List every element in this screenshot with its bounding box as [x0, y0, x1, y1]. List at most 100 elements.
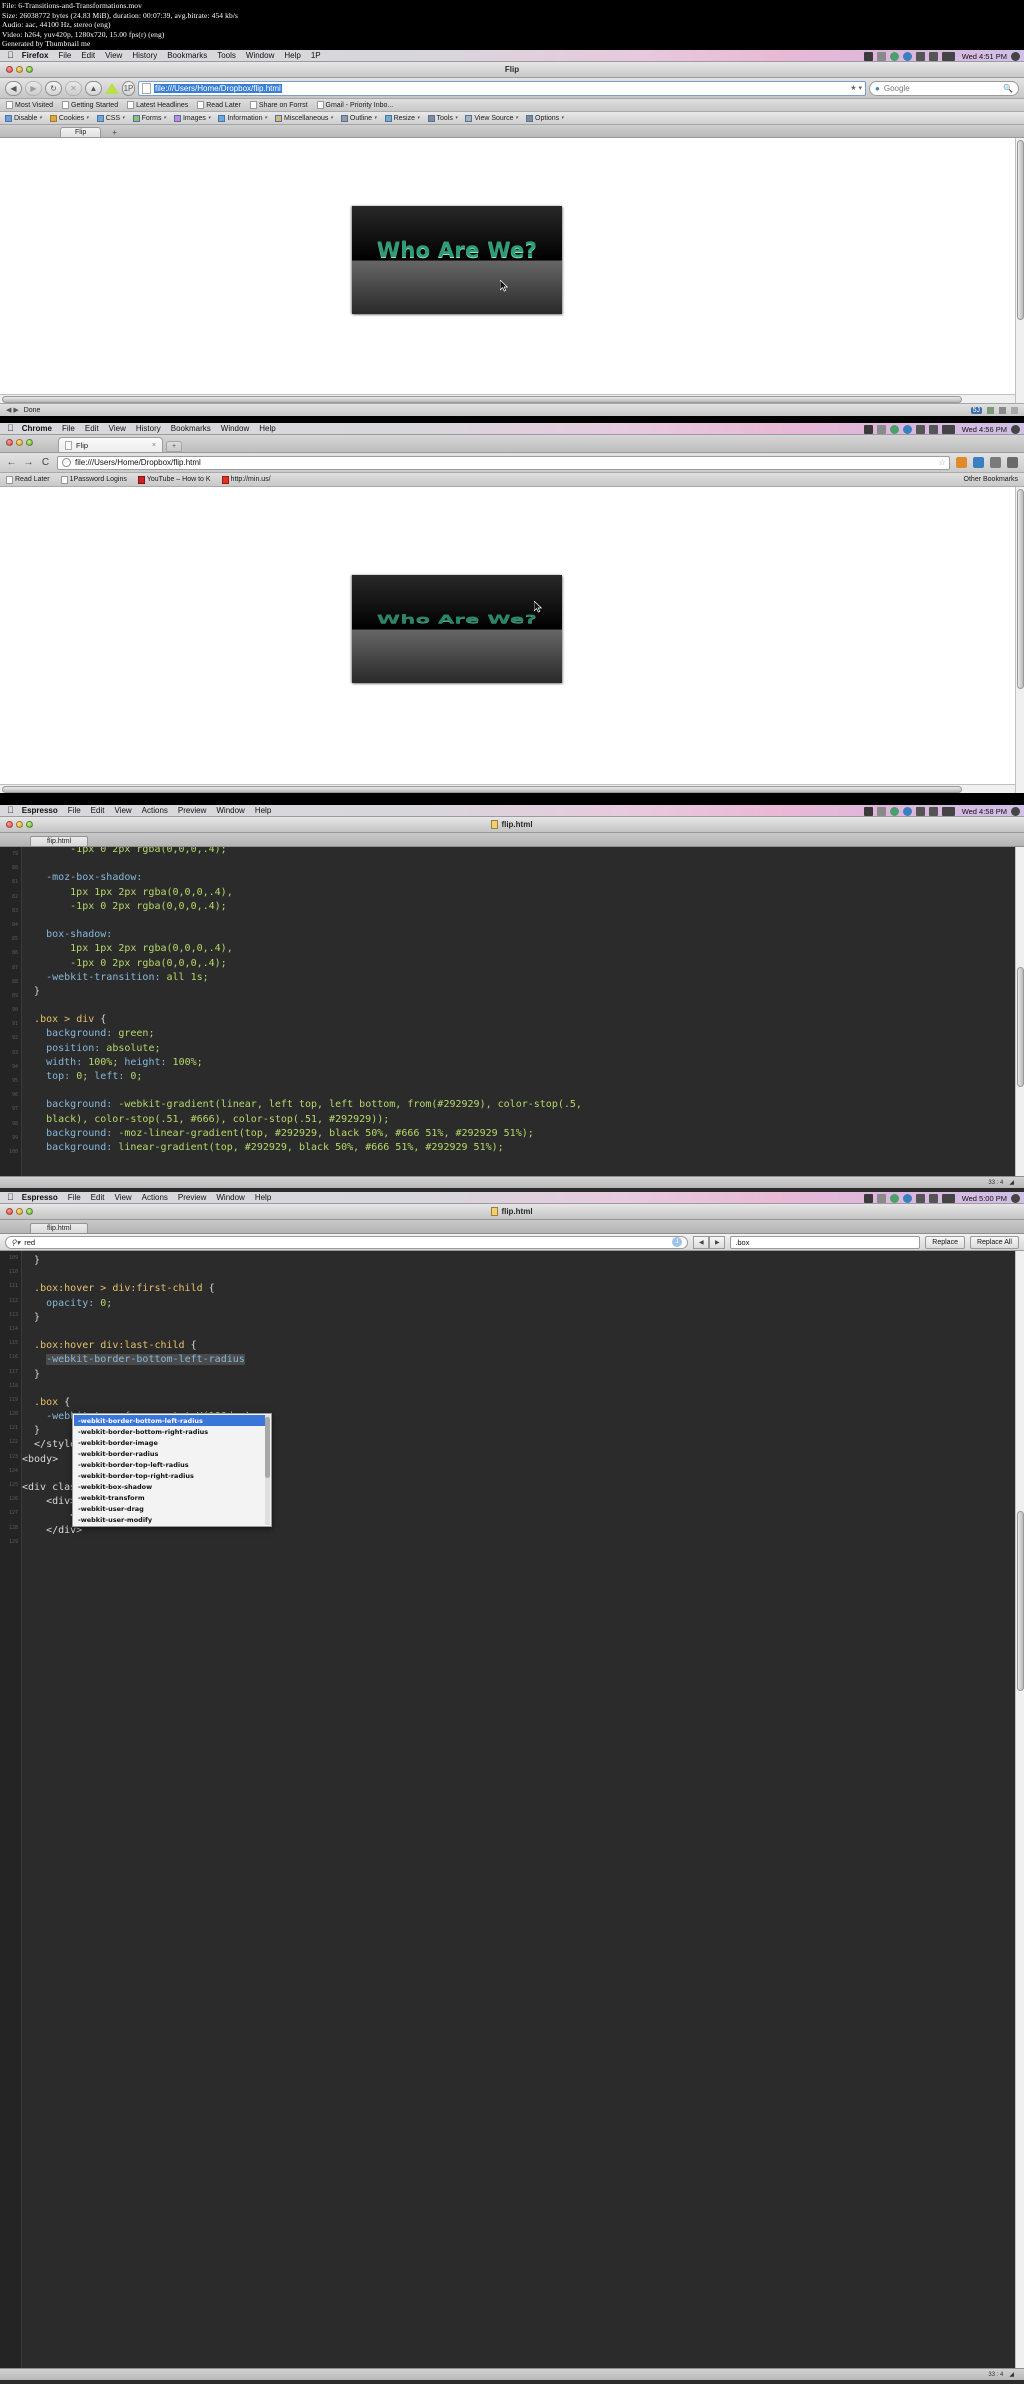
- bookmark-star-icon[interactable]: ☆: [938, 458, 945, 467]
- menubar-clock[interactable]: Wed 5:00 PM: [962, 1194, 1007, 1203]
- globe-icon[interactable]: [902, 806, 912, 816]
- code-line[interactable]: }: [22, 1254, 1014, 1268]
- spotlight-search-icon[interactable]: [1011, 424, 1020, 434]
- apple-logo-icon[interactable]: : [7, 51, 14, 60]
- code-line[interactable]: [22, 1325, 1014, 1339]
- code-line[interactable]: .box:hover div:last-child {: [22, 1339, 1014, 1353]
- spotlight-search-icon[interactable]: [1011, 1193, 1020, 1203]
- status-nav-icons[interactable]: ◀ ▶: [6, 406, 19, 414]
- wifi-icon[interactable]: [928, 806, 938, 816]
- new-tab-button[interactable]: +: [107, 128, 122, 137]
- bookmark-1password-logins[interactable]: 1Password Logins: [60, 475, 127, 484]
- code-line[interactable]: width: 100%; height: 100%;: [22, 1056, 1014, 1070]
- menu-item-file[interactable]: File: [58, 51, 71, 60]
- code-line[interactable]: background: green;: [22, 1027, 1014, 1041]
- home-button[interactable]: ▲: [85, 80, 102, 96]
- code-line[interactable]: }: [22, 1368, 1014, 1382]
- menu-item-edit[interactable]: Edit: [91, 1193, 105, 1202]
- spotlight-search-icon[interactable]: [1011, 806, 1020, 816]
- editor-tab-fliphtml[interactable]: flip.html: [30, 836, 89, 846]
- editor-tab-fliphtml[interactable]: flip.html: [30, 1223, 89, 1233]
- menu-item-window[interactable]: Window: [246, 51, 274, 60]
- menu-item-view[interactable]: View: [109, 424, 126, 433]
- menu-item-file[interactable]: File: [68, 1193, 81, 1202]
- search-icon[interactable]: ⚲▾: [11, 1238, 20, 1247]
- code-line[interactable]: 1px 1px 2px rgba(0,0,0,.4),: [22, 942, 1014, 956]
- omnibox[interactable]: file:///Users/Home/Dropbox/flip.html ☆: [57, 455, 950, 470]
- code-line[interactable]: }: [22, 1311, 1014, 1325]
- menubar-clock[interactable]: Wed 4:56 PM: [962, 425, 1007, 434]
- minimize-window-button[interactable]: [16, 439, 23, 446]
- autocomplete-item[interactable]: -webkit-border-top-right-radius: [74, 1470, 270, 1481]
- settings-menu-icon[interactable]: [1007, 457, 1018, 468]
- spotlight-search-icon[interactable]: [1011, 51, 1020, 61]
- menu-item-tools[interactable]: Tools: [217, 51, 236, 60]
- screen-recorder-icon[interactable]: [863, 1193, 873, 1203]
- autocomplete-item[interactable]: -webkit-border-image: [74, 1437, 270, 1448]
- menu-item-help[interactable]: Help: [259, 424, 275, 433]
- bookmark-read-later[interactable]: Read Later: [6, 475, 50, 484]
- devbar-information[interactable]: Information ▾: [218, 114, 267, 122]
- bookmark-gmail[interactable]: Gmail - Priority Inbo...: [316, 101, 393, 109]
- reload-button[interactable]: C: [40, 457, 51, 468]
- firefox-vertical-scrollbar[interactable]: [1015, 138, 1024, 403]
- code-line[interactable]: }: [22, 985, 1014, 999]
- menu-item-history[interactable]: History: [132, 51, 157, 60]
- volume-icon[interactable]: [915, 51, 925, 61]
- firefox-horizontal-scroll-thumb[interactable]: [2, 396, 962, 403]
- code-line[interactable]: box-shadow:: [22, 928, 1014, 942]
- volume-icon[interactable]: [915, 806, 925, 816]
- menu-item-view[interactable]: View: [105, 51, 122, 60]
- search-engine-icon[interactable]: ●: [875, 84, 880, 93]
- code-line[interactable]: top: 0; left: 0;: [22, 1070, 1014, 1084]
- close-tab-icon[interactable]: ×: [152, 442, 156, 449]
- bookmark-share-on-forrst[interactable]: Share on Forrst: [249, 101, 308, 109]
- menu-item-actions[interactable]: Actions: [142, 1193, 168, 1202]
- firefox-vertical-scroll-thumb[interactable]: [1017, 140, 1024, 320]
- search-submit-icon[interactable]: 🔍: [1003, 84, 1013, 93]
- menu-item-actions[interactable]: Actions: [142, 806, 168, 815]
- dropbox-icon[interactable]: [876, 806, 886, 816]
- autocomplete-item[interactable]: -webkit-transform: [74, 1492, 270, 1503]
- replace-all-button[interactable]: Replace All: [969, 1235, 1019, 1249]
- code-line[interactable]: [22, 1382, 1014, 1396]
- code-line[interactable]: -moz-box-shadow:: [22, 871, 1014, 885]
- bookmark-read-later[interactable]: Read Later: [197, 101, 241, 109]
- wifi-icon[interactable]: [928, 424, 938, 434]
- search-box[interactable]: ● Google 🔍: [869, 80, 1019, 96]
- menu-item-help[interactable]: Help: [255, 1193, 271, 1202]
- code-line[interactable]: opacity: 0;: [22, 1297, 1014, 1311]
- chrome-vertical-scroll-thumb[interactable]: [1017, 489, 1024, 689]
- apple-logo-icon[interactable]: : [7, 424, 14, 433]
- back-button[interactable]: ←: [6, 457, 17, 468]
- screen-recorder-icon[interactable]: [863, 424, 873, 434]
- find-next-button[interactable]: ▶: [709, 1235, 726, 1249]
- app-icon-green[interactable]: [889, 1193, 899, 1203]
- menu-item-espresso[interactable]: Espresso: [22, 1193, 58, 1202]
- replace-button[interactable]: Replace: [925, 1235, 965, 1249]
- menu-item-preview[interactable]: Preview: [178, 1193, 206, 1202]
- autocomplete-popup[interactable]: -webkit-border-bottom-left-radius -webkit…: [72, 1413, 272, 1527]
- wifi-icon[interactable]: [928, 51, 938, 61]
- code-line[interactable]: [22, 1268, 1014, 1282]
- editor-vertical-scroll-thumb-1[interactable]: [1017, 967, 1024, 1087]
- bookmark-getting-started[interactable]: Getting Started: [62, 101, 118, 109]
- bookmark-latest-headlines[interactable]: Latest Headlines: [127, 101, 188, 109]
- autocomplete-scroll-thumb[interactable]: [265, 1417, 270, 1478]
- apple-logo-icon[interactable]: : [7, 806, 14, 815]
- page-info-globe-icon[interactable]: [62, 458, 71, 467]
- code-line[interactable]: [22, 999, 1014, 1013]
- status-resize-grip-icon[interactable]: ◢: [1009, 1179, 1014, 1186]
- menubar-clock[interactable]: Wed 4:58 PM: [962, 807, 1007, 816]
- menu-item-file[interactable]: File: [68, 806, 81, 815]
- back-button[interactable]: ◀: [5, 80, 22, 96]
- globe-icon[interactable]: [902, 424, 912, 434]
- code-line[interactable]: -1px 0 2px rgba(0,0,0,.4);: [22, 957, 1014, 971]
- autocomplete-scrollbar[interactable]: [265, 1415, 270, 1525]
- devbar-resize[interactable]: Resize ▾: [384, 114, 420, 122]
- screen-recorder-icon[interactable]: [863, 51, 873, 61]
- devbar-outline[interactable]: Outline ▾: [340, 114, 377, 122]
- menu-item-view[interactable]: View: [114, 1193, 131, 1202]
- battery-icon[interactable]: [941, 51, 955, 61]
- code-line[interactable]: [22, 1538, 1014, 1552]
